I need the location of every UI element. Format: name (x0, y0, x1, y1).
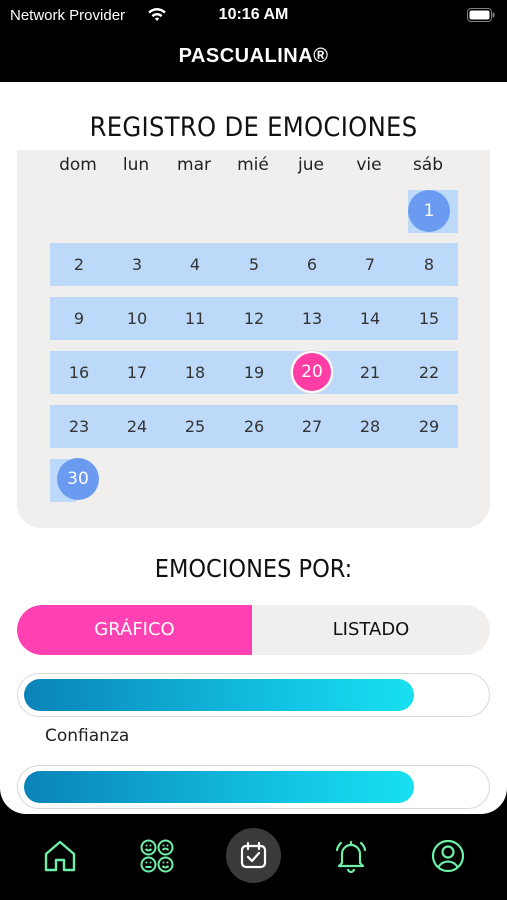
calendar-day-24[interactable]: 24 (108, 405, 166, 448)
calendar-day-21[interactable]: 21 (341, 351, 399, 394)
weekday-mar: mar (177, 155, 211, 175)
weekday-jue: jue (298, 155, 324, 175)
app-title: PASCUALINA® (178, 45, 329, 67)
calendar-day-19[interactable]: 19 (225, 351, 283, 394)
battery-icon (467, 8, 495, 22)
tab-grafico[interactable]: GRÁFICO (17, 605, 252, 655)
calendar-day-1[interactable]: 1 (408, 190, 450, 232)
calendar-day-14[interactable]: 14 (341, 297, 399, 340)
calendar-day-9[interactable]: 9 (50, 297, 108, 340)
calendar-check-icon (240, 841, 267, 869)
calendar: dom lun mar mié jue vie sáb 1 2 3 4 5 6 … (17, 150, 490, 528)
calendar-day-23[interactable]: 23 (50, 405, 108, 448)
calendar-day-17[interactable]: 17 (108, 351, 166, 394)
calendar-day-13[interactable]: 13 (283, 297, 341, 340)
calendar-day-4[interactable]: 4 (166, 243, 224, 286)
calendar-day-15[interactable]: 15 (400, 297, 458, 340)
emotion-bar (17, 673, 490, 717)
weekday-lun: lun (122, 155, 150, 175)
calendar-day-30[interactable]: 30 (57, 458, 99, 500)
calendar-day-8[interactable]: 8 (400, 243, 458, 286)
calendar-day-26[interactable]: 26 (225, 405, 283, 448)
calendar-day-2[interactable]: 2 (50, 243, 108, 286)
calendar-day-7[interactable]: 7 (341, 243, 399, 286)
weekday-vie: vie (356, 155, 382, 175)
status-time: 10:16 AM (218, 6, 289, 23)
calendar-day-12[interactable]: 12 (225, 297, 283, 340)
calendar-day-29[interactable]: 29 (400, 405, 458, 448)
emotions-faces-icon[interactable] (139, 838, 175, 874)
emotion-bar-fill (24, 679, 414, 711)
tab-bar (0, 818, 507, 900)
home-icon[interactable] (42, 838, 78, 874)
emotion-bar-fill (24, 771, 414, 803)
calendar-day-22[interactable]: 22 (400, 351, 458, 394)
calendar-day-6[interactable]: 6 (283, 243, 341, 286)
emotion-bar-label: Confianza (45, 726, 130, 746)
calendar-day-25[interactable]: 25 (166, 405, 224, 448)
status-bar: Network Provider 10:16 AM (0, 0, 507, 32)
calendar-day-5[interactable]: 5 (225, 243, 283, 286)
calendar-day-10[interactable]: 10 (108, 297, 166, 340)
weekday-mie: mié (237, 155, 269, 175)
calendar-tab-button[interactable] (226, 828, 281, 883)
calendar-day-27[interactable]: 27 (283, 405, 341, 448)
weekday-dom: dom (59, 155, 97, 175)
calendar-day-20-selected[interactable]: 20 (291, 351, 333, 393)
emotions-title: EMOCIONES POR: (154, 554, 353, 583)
weekday-sab: sáb (412, 155, 444, 175)
calendar-day-11[interactable]: 11 (166, 297, 224, 340)
emotion-bar (17, 765, 490, 809)
bell-icon[interactable] (333, 838, 369, 874)
calendar-day-3[interactable]: 3 (108, 243, 166, 286)
calendar-title: REGISTRO DE EMOCIONES (89, 112, 418, 143)
calendar-day-16[interactable]: 16 (50, 351, 108, 394)
tab-listado[interactable]: LISTADO (252, 605, 490, 655)
view-toggle: GRÁFICO LISTADO (17, 605, 490, 655)
calendar-day-28[interactable]: 28 (341, 405, 399, 448)
user-icon[interactable] (430, 838, 466, 874)
main-content: REGISTRO DE EMOCIONES dom lun mar mié ju… (0, 82, 507, 814)
calendar-day-18[interactable]: 18 (166, 351, 224, 394)
